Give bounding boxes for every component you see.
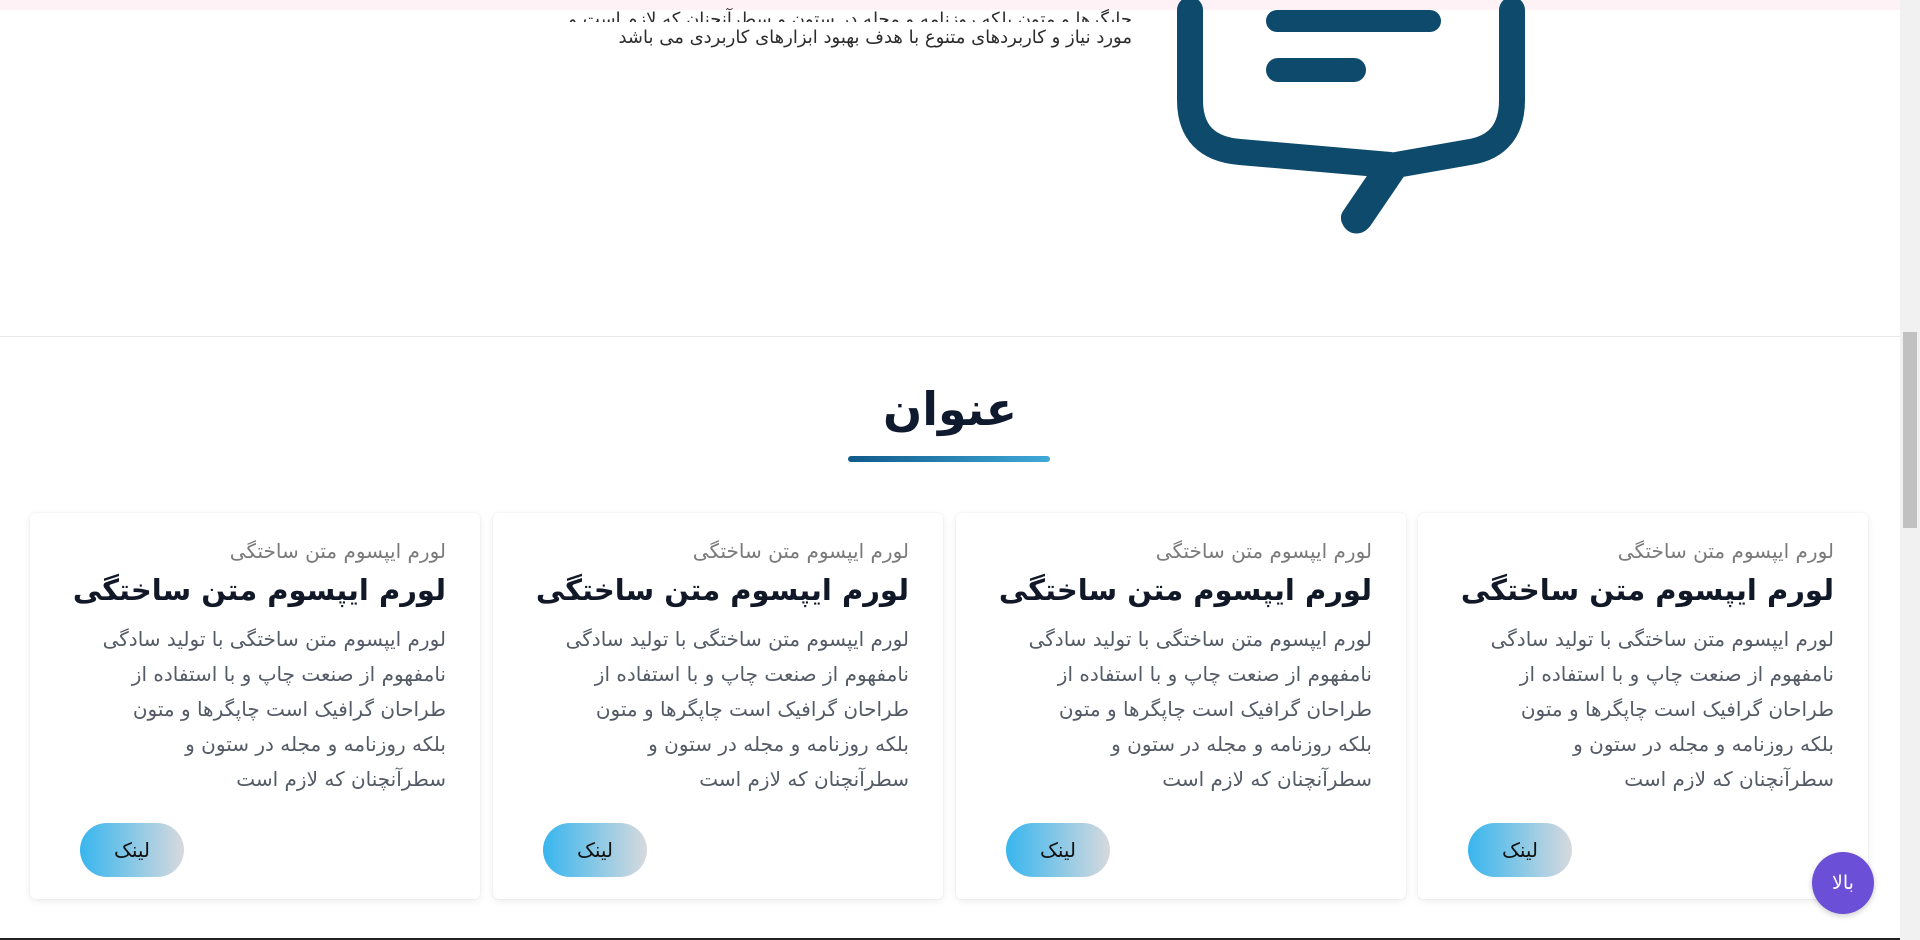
card: لورم ایپسوم متن ساختگی لورم ایپسوم متن س… bbox=[1418, 513, 1868, 899]
card-title: لورم ایپسوم متن ساختگی bbox=[535, 573, 909, 607]
card-subtitle: لورم ایپسوم متن ساختگی bbox=[1155, 539, 1372, 563]
card-body: لورم ایپسوم متن ساختگی با تولید سادگی نا… bbox=[1028, 627, 1372, 791]
card-subtitle: لورم ایپسوم متن ساختگی bbox=[1617, 539, 1834, 563]
hero-text-line: مورد نیاز و کاربردهای متنوع با هدف بهبود… bbox=[618, 27, 1132, 48]
chat-bubble-icon bbox=[1177, 0, 1525, 234]
card-link-button[interactable]: لینک bbox=[1468, 823, 1572, 877]
title-underline bbox=[848, 456, 1050, 462]
hero-description: چاپگرها و متون بلکه روزنامه و مجله در ست… bbox=[532, 9, 1132, 50]
card-body: لورم ایپسوم متن ساختگی با تولید سادگی نا… bbox=[102, 627, 446, 791]
cards-row: لورم ایپسوم متن ساختگی لورم ایپسوم متن س… bbox=[30, 513, 1870, 899]
card-body: لورم ایپسوم متن ساختگی با تولید سادگی نا… bbox=[565, 627, 909, 791]
card-link-button[interactable]: لینک bbox=[543, 823, 647, 877]
scrollbar-thumb[interactable] bbox=[1903, 332, 1917, 528]
card: لورم ایپسوم متن ساختگی لورم ایپسوم متن س… bbox=[30, 513, 480, 899]
card: لورم ایپسوم متن ساختگی لورم ایپسوم متن س… bbox=[956, 513, 1406, 899]
card-link-button[interactable]: لینک bbox=[80, 823, 184, 877]
card-link-button[interactable]: لینک bbox=[1006, 823, 1110, 877]
card-subtitle: لورم ایپسوم متن ساختگی bbox=[692, 539, 909, 563]
page-scrollbar[interactable] bbox=[1900, 0, 1920, 940]
card-title: لورم ایپسوم متن ساختگی bbox=[1460, 573, 1834, 607]
scroll-to-top-button[interactable]: بالا bbox=[1812, 852, 1874, 914]
card-title: لورم ایپسوم متن ساختگی bbox=[72, 573, 446, 607]
card-body: لورم ایپسوم متن ساختگی با تولید سادگی نا… bbox=[1490, 627, 1834, 791]
page: چاپگرها و متون بلکه روزنامه و مجله در ست… bbox=[0, 0, 1900, 940]
card: لورم ایپسوم متن ساختگی لورم ایپسوم متن س… bbox=[493, 513, 943, 899]
section-divider bbox=[0, 336, 1900, 337]
section-title: عنوان bbox=[882, 382, 1018, 436]
card-subtitle: لورم ایپسوم متن ساختگی bbox=[229, 539, 446, 563]
card-title: لورم ایپسوم متن ساختگی bbox=[998, 573, 1372, 607]
hero-text-cut: چاپگرها و متون بلکه روزنامه و مجله در ست… bbox=[568, 9, 1132, 22]
